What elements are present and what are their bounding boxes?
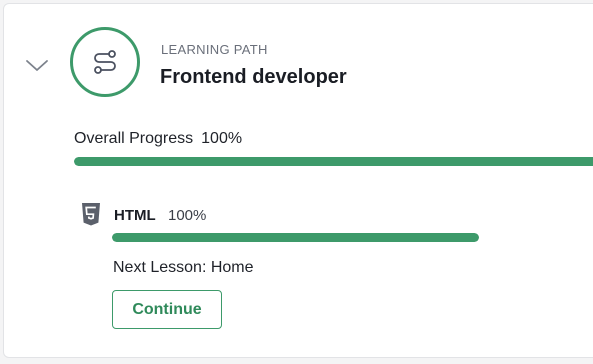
course-progress-percent: 100% (168, 207, 207, 224)
route-icon (94, 50, 116, 74)
overall-progress-label: Overall Progress (74, 130, 194, 147)
course-progress-bar (112, 233, 479, 242)
overall-progress-bar (74, 157, 593, 166)
next-lesson-label: Next Lesson: (113, 259, 207, 276)
overall-progress-row: Overall Progress 100% (74, 130, 242, 148)
html5-icon (82, 203, 100, 226)
overall-progress-percent: 100% (201, 130, 243, 147)
learning-path-badge (70, 27, 140, 97)
path-title: Frontend developer (160, 66, 347, 88)
overall-progress-fill (74, 157, 593, 166)
next-lesson-name: Home (210, 259, 254, 276)
next-lesson: Next Lesson: Home (113, 259, 254, 277)
learning-path-eyebrow: LEARNING PATH (161, 42, 268, 57)
continue-button[interactable]: Continue (112, 290, 222, 329)
course-name: HTML (114, 207, 156, 224)
course-progress-fill (112, 233, 479, 242)
chevron-down-icon[interactable] (24, 56, 50, 74)
learning-path-card: LEARNING PATH Frontend developer Overall… (3, 3, 593, 358)
